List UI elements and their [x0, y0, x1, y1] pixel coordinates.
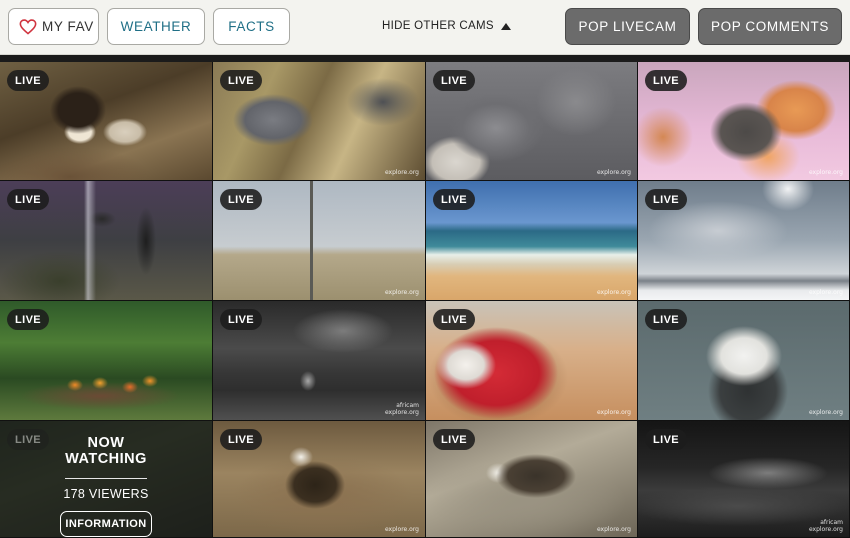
live-badge: LIVE	[220, 429, 263, 450]
pop-comments-button[interactable]: POP COMMENTS	[698, 8, 842, 45]
cam-tile[interactable]: LIVE explore.org	[426, 62, 638, 181]
heart-icon	[19, 18, 37, 35]
cam-tile[interactable]: LIVE explore.org	[638, 301, 850, 421]
live-badge: LIVE	[433, 189, 476, 210]
pop-livecam-button[interactable]: POP LIVECAM	[565, 8, 690, 45]
cam-tile[interactable]: LIVE explore.org	[426, 421, 638, 538]
facts-button[interactable]: FACTS	[213, 8, 290, 45]
divider	[65, 478, 147, 479]
live-badge: LIVE	[220, 309, 263, 330]
live-badge: LIVE	[7, 189, 50, 210]
watermark: africam explore.org	[808, 519, 843, 533]
watermark: explore.org	[596, 526, 631, 533]
watermark: africam explore.org	[384, 402, 419, 416]
cam-tile[interactable]: LIVE africam explore.org	[213, 301, 426, 421]
live-badge: LIVE	[645, 309, 688, 330]
now-watching-line1: NOW	[87, 435, 125, 451]
live-badge: LIVE	[7, 309, 50, 330]
cam-tile[interactable]: LIVE	[0, 301, 213, 421]
cam-tile[interactable]: LIVE explore.org	[426, 301, 638, 421]
my-fav-label: MY FAV	[42, 19, 94, 34]
cam-tile[interactable]: LIVE explore.org	[213, 62, 426, 181]
live-badge: LIVE	[7, 429, 50, 450]
cam-tile[interactable]: LIVE	[0, 62, 213, 181]
cam-tile[interactable]: LIVE explore.org	[638, 62, 850, 181]
cam-tile[interactable]: LIVE explore.org	[213, 421, 426, 538]
live-badge: LIVE	[433, 70, 476, 91]
information-button[interactable]: INFORMATION	[60, 510, 152, 537]
live-badge: LIVE	[220, 189, 263, 210]
live-badge: LIVE	[645, 429, 688, 450]
live-badge: LIVE	[433, 429, 476, 450]
viewer-count: 178 VIEWERS	[63, 486, 149, 501]
cam-tile[interactable]: LIVE explore.org	[638, 181, 850, 301]
cam-tile[interactable]: LIVE explore.org	[426, 181, 638, 301]
now-watching-tile: LIVE NOW WATCHING 178 VIEWERS INFORMATIO…	[0, 421, 213, 538]
top-toolbar: MY FAV WEATHER FACTS HIDE OTHER CAMS POP…	[0, 0, 850, 55]
cam-tile[interactable]: LIVE africam explore.org	[638, 421, 850, 538]
watermark: explore.org	[384, 526, 419, 533]
cam-tile[interactable]: LIVE	[0, 181, 213, 301]
cam-tile[interactable]: LIVE explore.org	[213, 181, 426, 301]
now-watching-line2: WATCHING	[65, 451, 147, 467]
watermark: explore.org	[808, 289, 843, 296]
now-watching-title: NOW WATCHING	[65, 435, 147, 467]
watermark: explore.org	[384, 289, 419, 296]
live-badge: LIVE	[433, 309, 476, 330]
live-badge: LIVE	[7, 70, 50, 91]
watermark: explore.org	[596, 409, 631, 416]
watermark: explore.org	[596, 169, 631, 176]
now-watching-overlay: LIVE NOW WATCHING 178 VIEWERS INFORMATIO…	[0, 421, 212, 537]
watermark: explore.org	[384, 169, 419, 176]
hide-other-cams-toggle[interactable]: HIDE OTHER CAMS	[382, 19, 511, 33]
live-badge: LIVE	[220, 70, 263, 91]
watermark: explore.org	[808, 169, 843, 176]
live-badge: LIVE	[645, 70, 688, 91]
my-fav-button[interactable]: MY FAV	[8, 8, 99, 45]
watermark: explore.org	[808, 409, 843, 416]
weather-button[interactable]: WEATHER	[107, 8, 205, 45]
live-badge: LIVE	[645, 189, 688, 210]
hide-other-cams-label: HIDE OTHER CAMS	[382, 20, 494, 32]
cam-grid: LIVE LIVE explore.org LIVE explore.org L…	[0, 62, 850, 538]
watermark: explore.org	[596, 289, 631, 296]
caret-up-icon	[500, 22, 511, 30]
